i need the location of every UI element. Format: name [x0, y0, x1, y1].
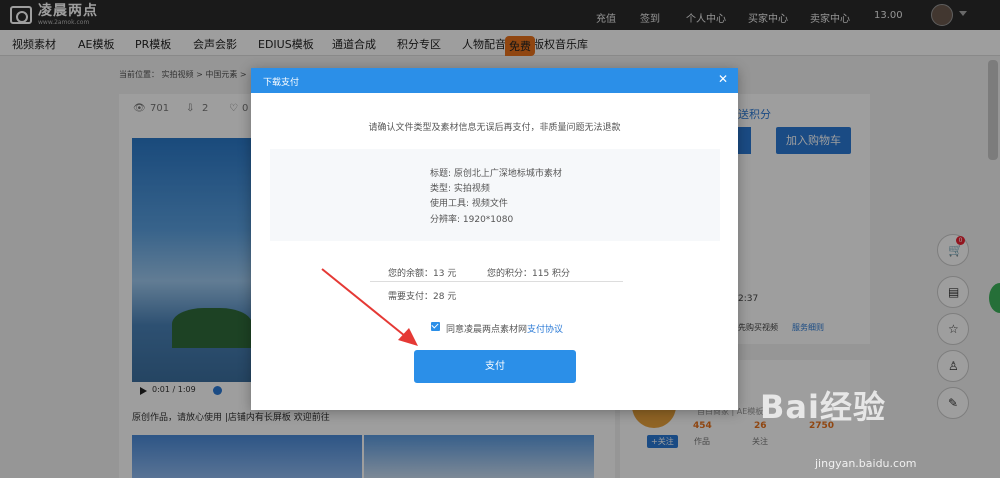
- need-pay-text: 需要支付：28 元: [388, 292, 457, 302]
- payment-agreement-link[interactable]: 支付协议: [527, 325, 563, 335]
- dialog-header: 下载支付 ✕: [251, 68, 738, 93]
- watermark-url: jingyan.baidu.com: [815, 457, 917, 470]
- dialog-title: 下载支付: [263, 78, 300, 88]
- agree-label: 同意凌晨两点素材网支付协议: [446, 322, 563, 335]
- info-type: 类型: 实拍视频: [430, 184, 490, 194]
- points-text: 您的积分：115 积分: [487, 269, 571, 279]
- divider: [370, 281, 623, 282]
- info-resolution: 分辨率: 1920*1080: [430, 215, 514, 225]
- agree-checkbox[interactable]: [431, 322, 440, 331]
- info-tool: 使用工具: 视频文件: [430, 199, 508, 209]
- pay-button[interactable]: 支付: [414, 350, 576, 383]
- payment-notice: 请确认文件类型及素材信息无误后再支付，非质量问题无法退款: [368, 123, 621, 133]
- material-info-box: 标题: 原创北上广深地标城市素材 类型: 实拍视频 使用工具: 视频文件 分辨率…: [270, 149, 720, 241]
- close-icon[interactable]: ✕: [718, 73, 728, 85]
- balance-text: 您的余额：13 元: [388, 269, 457, 279]
- agree-text: 同意凌晨两点素材网: [446, 325, 528, 335]
- watermark-logo: Bai经验: [760, 388, 886, 426]
- payment-dialog: 下载支付 ✕ 请确认文件类型及素材信息无误后再支付，非质量问题无法退款 标题: …: [251, 68, 738, 410]
- info-title: 标题: 原创北上广深地标城市素材: [430, 169, 562, 179]
